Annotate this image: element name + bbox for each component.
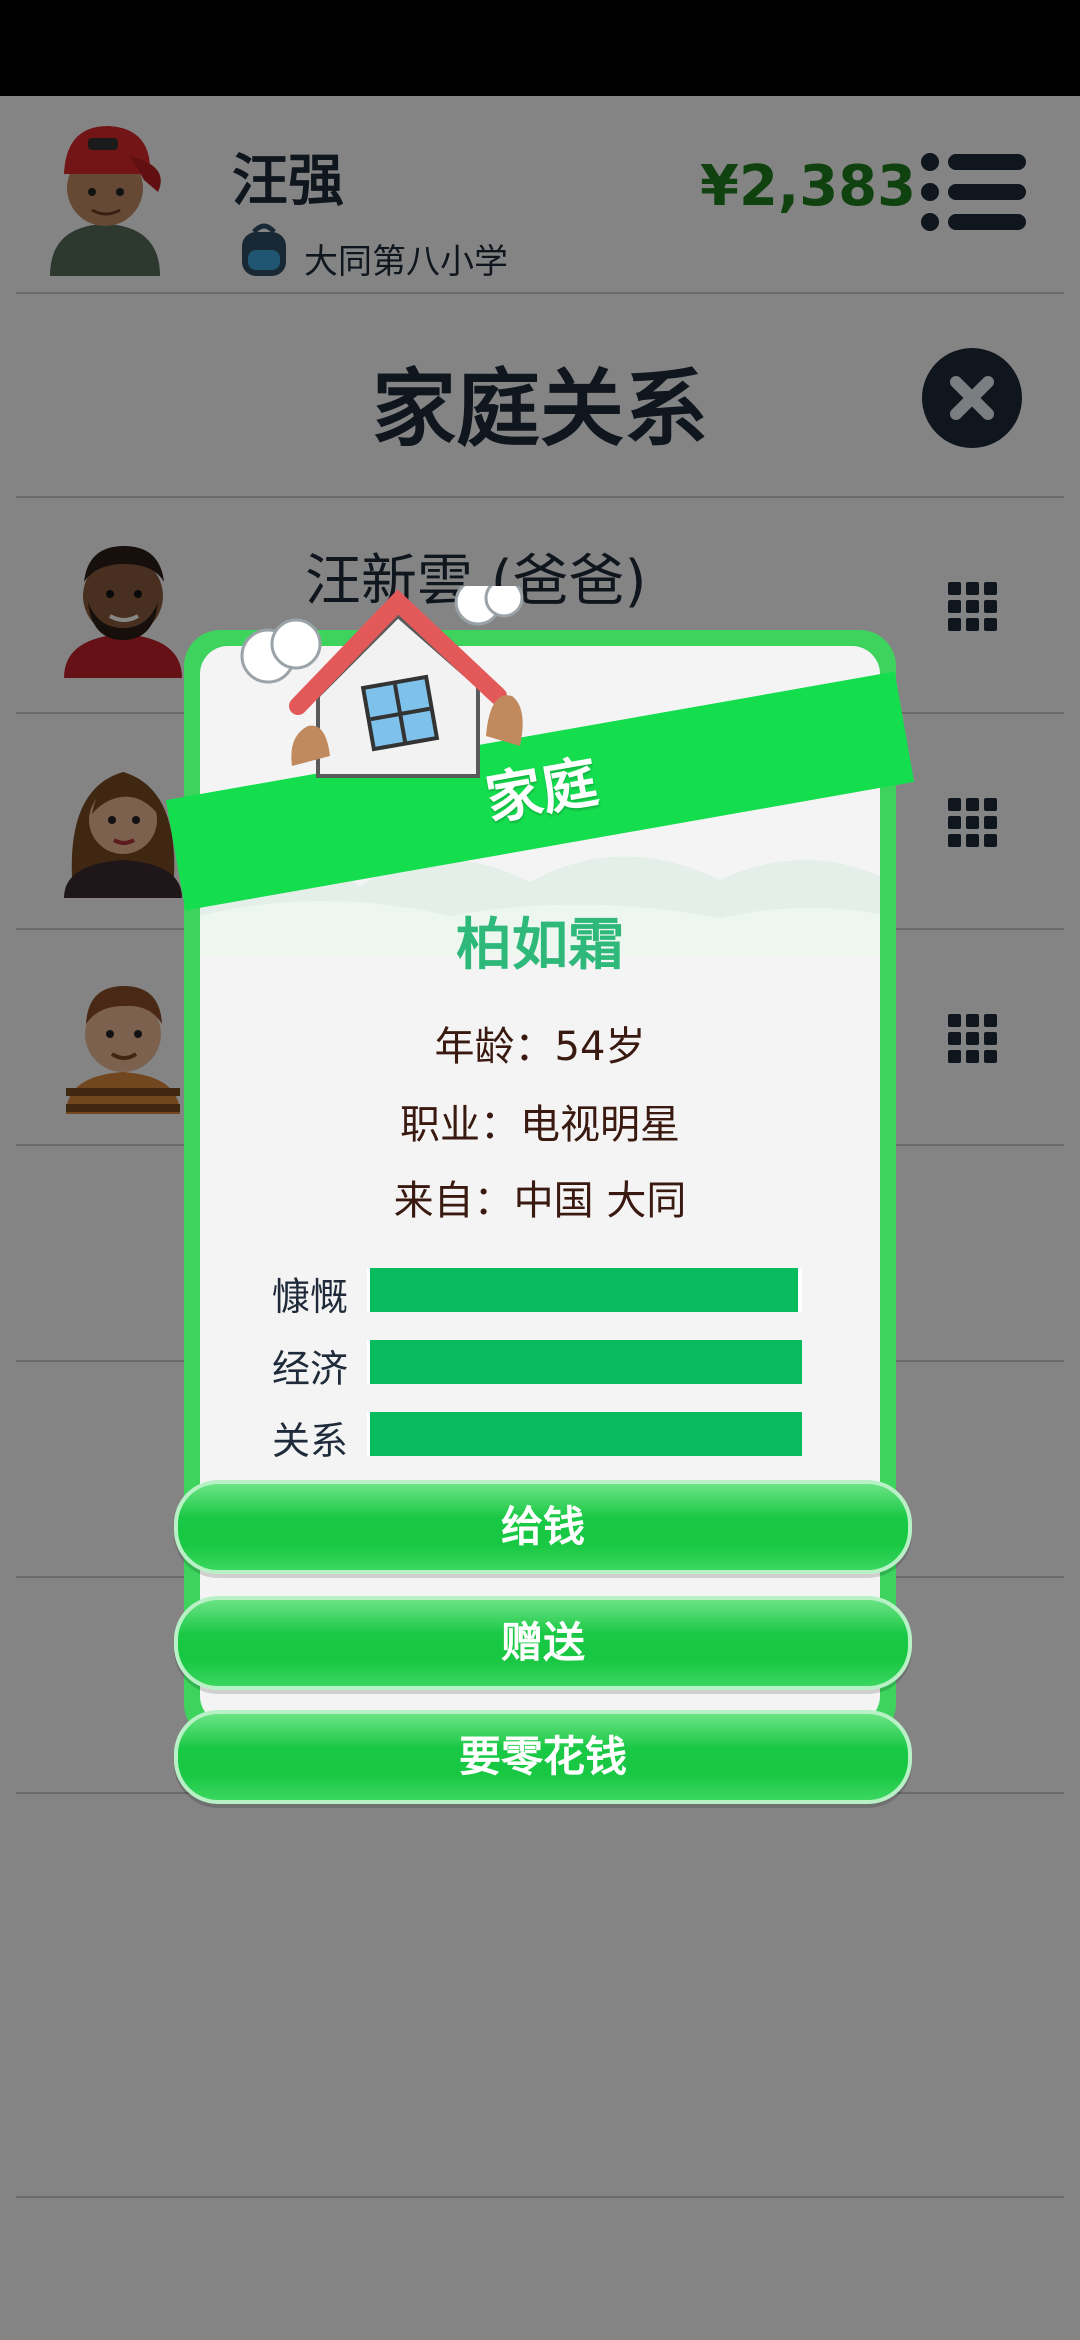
- stat-fill-generosity: [370, 1268, 798, 1312]
- stat-bar-generosity: [367, 1268, 802, 1312]
- stat-label-economy: 经济: [272, 1347, 349, 1391]
- ask-pocket-money-button[interactable]: 要零花钱: [174, 1710, 912, 1804]
- stat-label-generosity: 慷慨: [272, 1275, 349, 1319]
- house-icon: [240, 586, 524, 778]
- stat-label-relationship: 关系: [272, 1419, 349, 1463]
- person-name: 柏如霜: [456, 913, 624, 978]
- person-origin: 来自：中国 大同: [393, 1178, 687, 1224]
- stat-bar-economy: [367, 1340, 802, 1384]
- status-bar: [0, 0, 1080, 96]
- person-age: 年龄：54岁: [434, 1024, 646, 1070]
- stat-fill-relationship: [370, 1412, 802, 1456]
- stat-fill-economy: [370, 1340, 802, 1384]
- person-job: 职业：电视明星: [400, 1102, 680, 1148]
- gift-button[interactable]: 赠送: [174, 1596, 912, 1690]
- give-money-button[interactable]: 给钱: [174, 1480, 912, 1574]
- stat-bar-relationship: [367, 1412, 802, 1456]
